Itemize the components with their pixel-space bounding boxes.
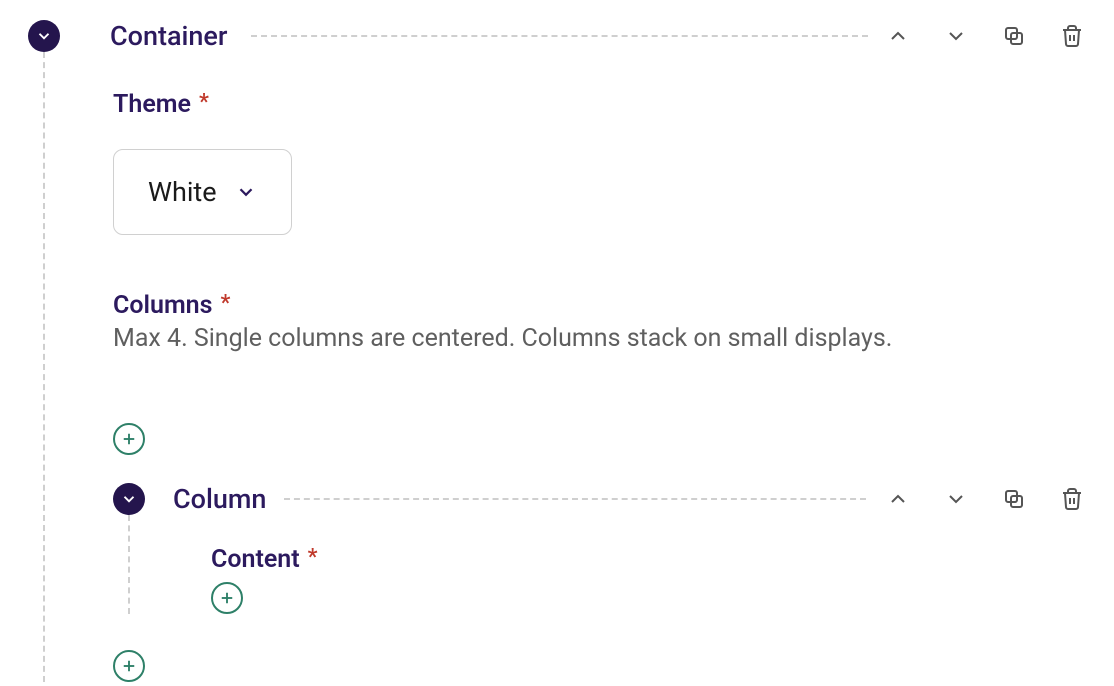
move-down-button[interactable] (942, 485, 970, 513)
plus-icon (218, 589, 236, 607)
chevron-down-icon (944, 487, 968, 511)
divider (284, 498, 866, 500)
chevron-up-icon (886, 24, 910, 48)
divider (251, 35, 868, 37)
theme-select[interactable]: White (113, 149, 292, 235)
chevron-down-icon (235, 181, 257, 203)
duplicate-button[interactable] (1000, 22, 1028, 50)
column-header: Column (113, 483, 1086, 515)
move-up-button[interactable] (884, 22, 912, 50)
theme-selected-value: White (148, 176, 217, 208)
plus-icon (120, 430, 138, 448)
add-column-button[interactable] (113, 650, 145, 682)
copy-icon (1002, 24, 1026, 48)
trash-icon (1060, 487, 1084, 511)
container-header: Container (28, 20, 1086, 52)
container-title: Container (110, 20, 227, 52)
container-collapse-button[interactable] (28, 20, 60, 52)
chevron-up-icon (886, 487, 910, 511)
columns-label: Columns * (113, 291, 1086, 320)
move-down-button[interactable] (942, 22, 970, 50)
duplicate-button[interactable] (1000, 485, 1028, 513)
content-label: Content * (211, 545, 318, 574)
required-indicator: * (220, 291, 230, 316)
tree-guide (43, 52, 45, 682)
chevron-down-icon (35, 27, 53, 45)
add-content-button[interactable] (211, 582, 243, 614)
columns-help-text: Max 4. Single columns are centered. Colu… (113, 324, 1086, 353)
required-indicator: * (199, 90, 209, 115)
column-title: Column (173, 483, 266, 515)
required-indicator: * (308, 545, 318, 570)
chevron-down-icon (944, 24, 968, 48)
copy-icon (1002, 487, 1026, 511)
theme-label: Theme * (113, 90, 1086, 119)
trash-icon (1060, 24, 1084, 48)
move-up-button[interactable] (884, 485, 912, 513)
column-collapse-button[interactable] (113, 483, 145, 515)
plus-icon (120, 657, 138, 675)
tree-guide (128, 515, 130, 614)
add-column-button[interactable] (113, 423, 145, 455)
delete-button[interactable] (1058, 22, 1086, 50)
chevron-down-icon (120, 490, 138, 508)
delete-button[interactable] (1058, 485, 1086, 513)
